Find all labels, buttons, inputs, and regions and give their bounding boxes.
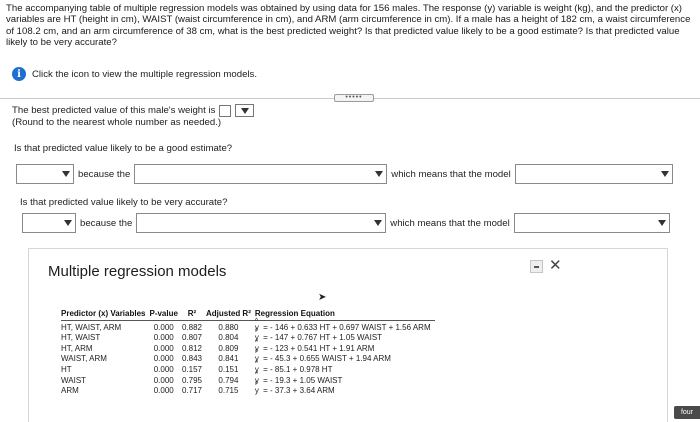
table-row: WAIST 0.000 0.795 0.794 y = - 19.3 + 1.0… [61, 371, 435, 385]
equation-text: = - 37.3 + 3.64 ARM [260, 386, 335, 396]
predictor-cell: HT, WAIST, ARM [61, 322, 122, 332]
col-equation: Regression Equation [254, 309, 435, 321]
equation-cell: y = - 85.1 + 0.978 HT [255, 360, 435, 374]
equation-text: = - 45.3 + 0.655 WAIST + 1.94 ARM [260, 354, 391, 364]
equation-text: = - 123 + 0.541 HT + 1.91 ARM [260, 343, 375, 353]
pvalue-cell: 0.000 [153, 322, 174, 332]
reason-dropdown[interactable] [134, 164, 388, 184]
predictor-cell: WAIST, ARM [61, 354, 107, 364]
r2-cell: 0.157 [181, 364, 202, 374]
pvalue-cell: 0.000 [153, 386, 174, 396]
corner-badge[interactable]: four [674, 406, 700, 419]
adjusted-r2-cell: 0.151 [218, 364, 239, 374]
r2-cell: 0.807 [181, 333, 202, 343]
r2-cell: 0.843 [181, 354, 202, 364]
chevron-down-icon [660, 171, 669, 177]
regression-table: Predictor (x) Variables P-value R² Adjus… [61, 309, 435, 395]
weight-unit-dropdown[interactable] [235, 104, 255, 117]
r2-cell: 0.812 [181, 343, 202, 353]
regression-models-dialog: Multiple regression models ✕ ➤ Predictor… [28, 248, 668, 422]
model-dropdown[interactable] [514, 164, 673, 184]
adjusted-r2-cell: 0.841 [218, 354, 239, 364]
answer-prompt: The best predicted value of this male's … [12, 104, 216, 116]
pvalue-cell: 0.000 [153, 333, 174, 343]
col-predictor: Predictor (x) Variables [61, 309, 150, 321]
equation-cell: y = - 37.3 + 3.64 ARM [255, 381, 435, 396]
table-row: ARM 0.000 0.717 0.715 y = - 37.3 + 3.64 … [61, 381, 435, 396]
equation-cell: y = - 19.3 + 1.05 WAIST [255, 371, 435, 385]
chevron-down-icon [240, 107, 249, 114]
minimize-icon[interactable] [530, 260, 543, 273]
adjusted-r2-cell: 0.804 [218, 333, 239, 343]
r2-cell: 0.717 [181, 386, 202, 396]
col-adjusted-r2: Adjusted R² [205, 309, 255, 321]
adjusted-r2-cell: 0.880 [218, 322, 239, 332]
equation-cell: y = - 45.3 + 0.655 WAIST + 1.94 ARM [255, 349, 435, 364]
chevron-down-icon [64, 220, 72, 226]
accurate-reason-dropdown[interactable] [136, 213, 387, 233]
pvalue-cell: 0.000 [153, 375, 174, 385]
because-label: because the [80, 217, 133, 229]
table-row: HT, ARM 0.000 0.812 0.809 y = - 123 + 0.… [61, 339, 435, 353]
predictor-cell: WAIST [61, 375, 87, 385]
equation-text: = - 85.1 + 0.978 HT [260, 364, 333, 374]
mouse-cursor-icon: ➤ [318, 292, 327, 303]
r2-cell: 0.795 [181, 375, 202, 385]
equation-text: = - 146 + 0.633 HT + 0.697 WAIST + 1.56 … [260, 322, 431, 332]
close-icon[interactable]: ✕ [549, 256, 562, 274]
because-label: because the [78, 168, 131, 180]
table-row: WAIST, ARM 0.000 0.843 0.841 y = - 45.3 … [61, 349, 435, 364]
pvalue-cell: 0.000 [153, 364, 174, 374]
good-estimate-dropdown[interactable] [16, 164, 74, 184]
col-pvalue: P-value [149, 309, 182, 321]
accurate-dropdown[interactable] [22, 213, 76, 233]
predictor-cell: ARM [61, 386, 79, 396]
means-label: which means that the model [390, 217, 510, 229]
adjusted-r2-cell: 0.715 [218, 386, 239, 396]
chevron-down-icon [657, 220, 666, 226]
answer-block: The best predicted value of this male's … [12, 104, 255, 129]
table-row: HT 0.000 0.157 0.151 y = - 85.1 + 0.978 … [61, 360, 435, 374]
rounding-note: (Round to the nearest whole number as ne… [12, 117, 222, 128]
predictor-cell: HT, ARM [61, 343, 93, 353]
r2-cell: 0.882 [181, 322, 202, 332]
equation-cell: y = - 147 + 0.767 HT + 1.05 WAIST [255, 328, 435, 343]
y-hat-symbol: y [255, 381, 259, 395]
accurate-row: because the which means that the model [22, 213, 670, 233]
adjusted-r2-cell: 0.809 [218, 343, 239, 353]
question-good-estimate: Is that predicted value likely to be a g… [14, 143, 233, 154]
good-estimate-row: because the which means that the model [16, 164, 673, 184]
equation-cell: y = - 123 + 0.541 HT + 1.91 ARM [255, 339, 435, 353]
pvalue-cell: 0.000 [153, 343, 174, 353]
pvalue-cell: 0.000 [153, 354, 174, 364]
expand-handle[interactable]: ••••• [334, 94, 374, 102]
chevron-down-icon [374, 220, 383, 226]
col-r2: R² [181, 309, 206, 321]
dialog-title: Multiple regression models [48, 263, 227, 280]
chevron-down-icon [375, 171, 384, 177]
equation-text: = - 147 + 0.767 HT + 1.05 WAIST [260, 333, 383, 343]
info-text: Click the icon to view the multiple regr… [32, 68, 258, 80]
means-label: which means that the model [391, 168, 511, 180]
predictor-cell: HT [61, 364, 72, 374]
question-text: The accompanying table of multiple regre… [6, 3, 691, 49]
accurate-model-dropdown[interactable] [513, 213, 670, 233]
weight-answer-input[interactable] [219, 104, 232, 117]
table-row: HT, WAIST, ARM 0.000 0.882 0.880 y = - 1… [61, 318, 435, 332]
predictor-cell: HT, WAIST [61, 333, 101, 343]
equation-text: = - 19.3 + 1.05 WAIST [260, 375, 343, 385]
question-accurate: Is that predicted value likely to be ver… [20, 197, 228, 208]
equation-cell: y = - 146 + 0.633 HT + 0.697 WAIST + 1.5… [255, 318, 435, 332]
chevron-down-icon [62, 171, 70, 177]
table-row: HT, WAIST 0.000 0.807 0.804 y = - 147 + … [61, 328, 435, 343]
info-row: i Click the icon to view the multiple re… [12, 67, 257, 81]
info-icon[interactable]: i [12, 67, 26, 81]
adjusted-r2-cell: 0.794 [218, 375, 239, 385]
